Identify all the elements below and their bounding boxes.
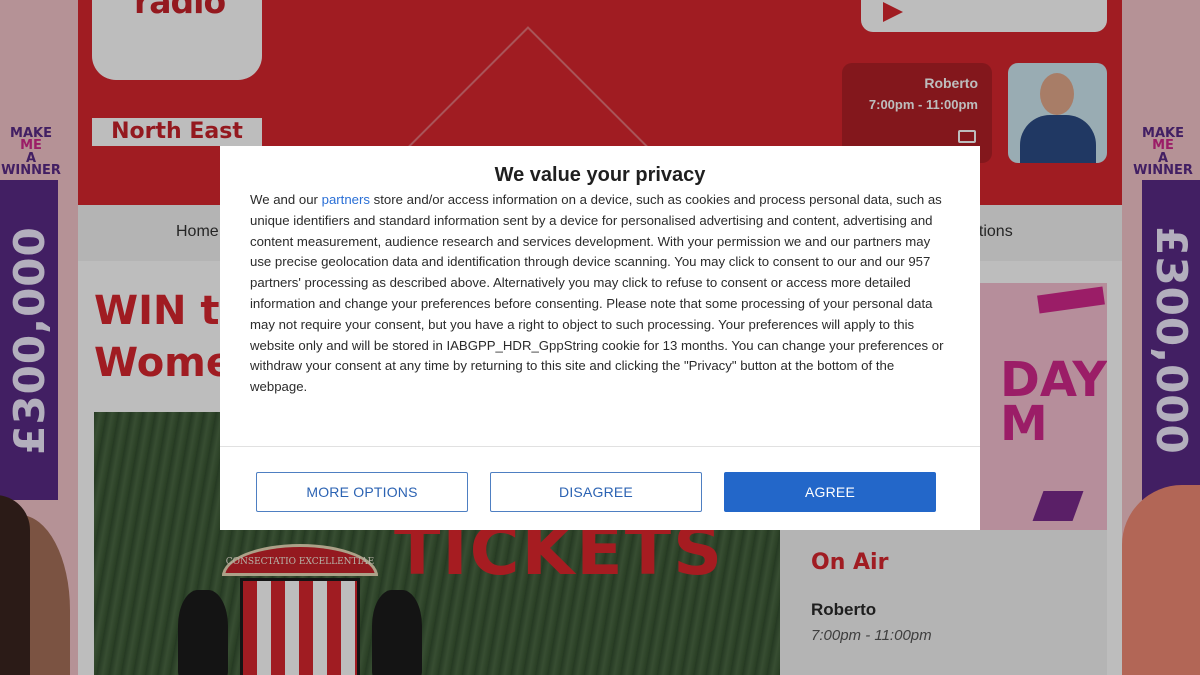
disagree-button[interactable]: DISAGREE [490, 472, 702, 512]
more-options-button[interactable]: MORE OPTIONS [256, 472, 468, 512]
privacy-consent-dialog: We value your privacy We and our partner… [220, 146, 980, 530]
partners-link[interactable]: partners [322, 192, 370, 207]
consent-title: We value your privacy [494, 164, 706, 186]
consent-text: We and our partners store and/or access … [250, 190, 950, 398]
consent-text-intro: We and our [250, 192, 322, 207]
consent-divider [220, 446, 980, 447]
consent-text-body: store and/or access information on a dev… [250, 192, 944, 395]
agree-button[interactable]: AGREE [724, 472, 936, 512]
